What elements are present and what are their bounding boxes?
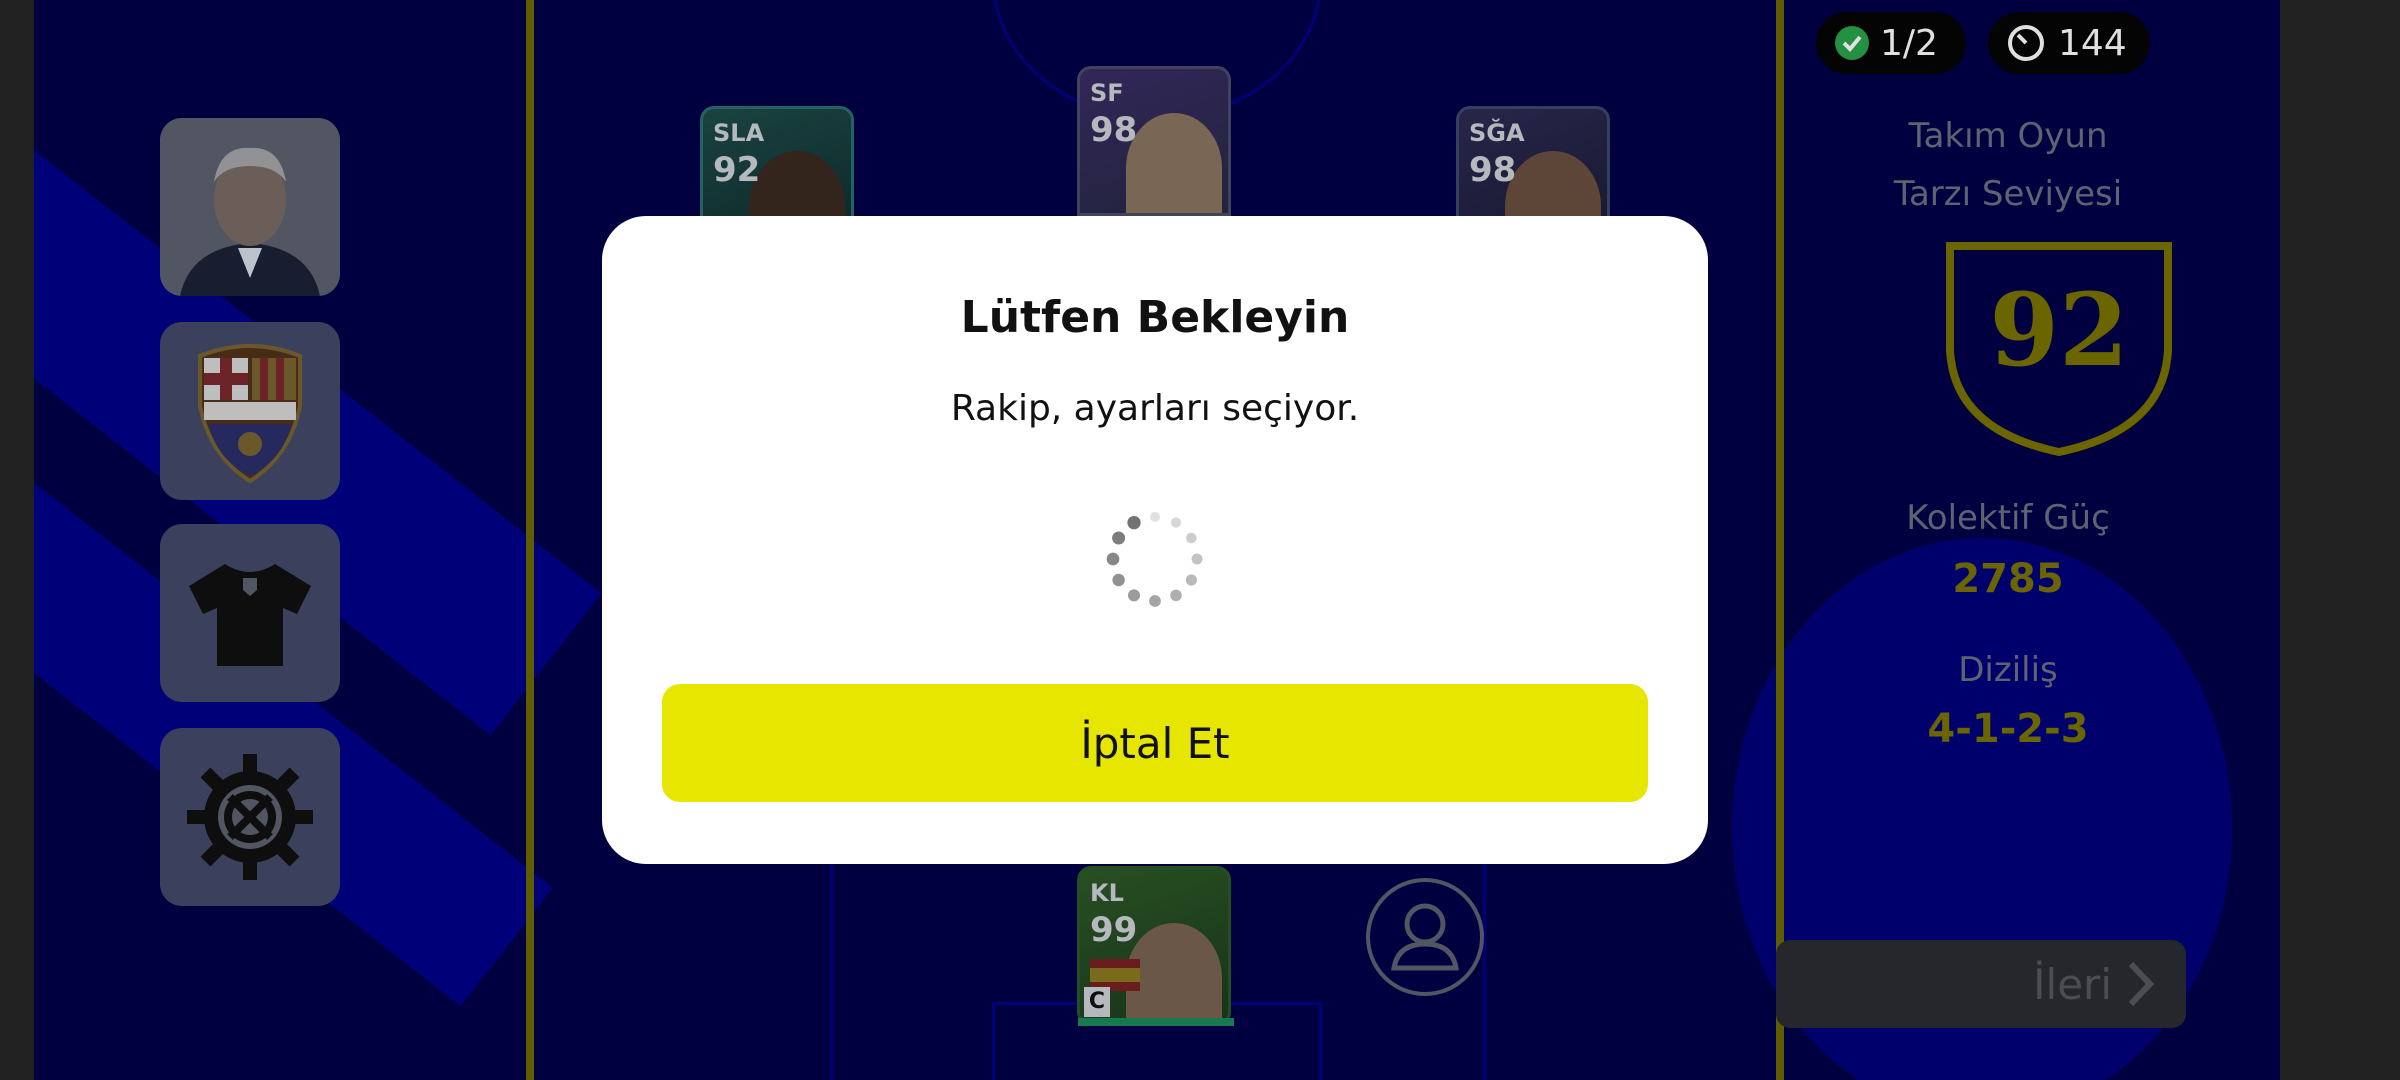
dialog-message: Rakip, ayarları seçiyor. <box>950 388 1360 429</box>
spinner-dot <box>1170 517 1182 528</box>
spinner-dot <box>1112 573 1125 587</box>
spinner-dot <box>1191 553 1203 565</box>
spinner-dot <box>1112 531 1126 545</box>
dialog-title: Lütfen Bekleyin <box>960 292 1350 343</box>
loading-spinner-icon <box>1106 512 1203 607</box>
spinner-dot <box>1149 595 1161 607</box>
waiting-dialog: Lütfen Bekleyin Rakip, ayarları seçiyor.… <box>602 216 1708 864</box>
cancel-button[interactable]: İptal Et <box>662 684 1648 802</box>
spinner-dot <box>1127 589 1141 602</box>
spinner-dot <box>1186 532 1197 544</box>
spinner-dot <box>1170 589 1182 602</box>
cancel-label: İptal Et <box>1080 718 1230 768</box>
spinner-dot <box>1106 552 1120 566</box>
spinner-dot <box>1185 574 1197 586</box>
spinner-dot <box>1127 515 1141 530</box>
spinner-dot <box>1150 512 1160 522</box>
screen: SLA 92 SF 98 SĞA 98 KL 99 C 1/2 144 Takı… <box>0 0 2400 1080</box>
